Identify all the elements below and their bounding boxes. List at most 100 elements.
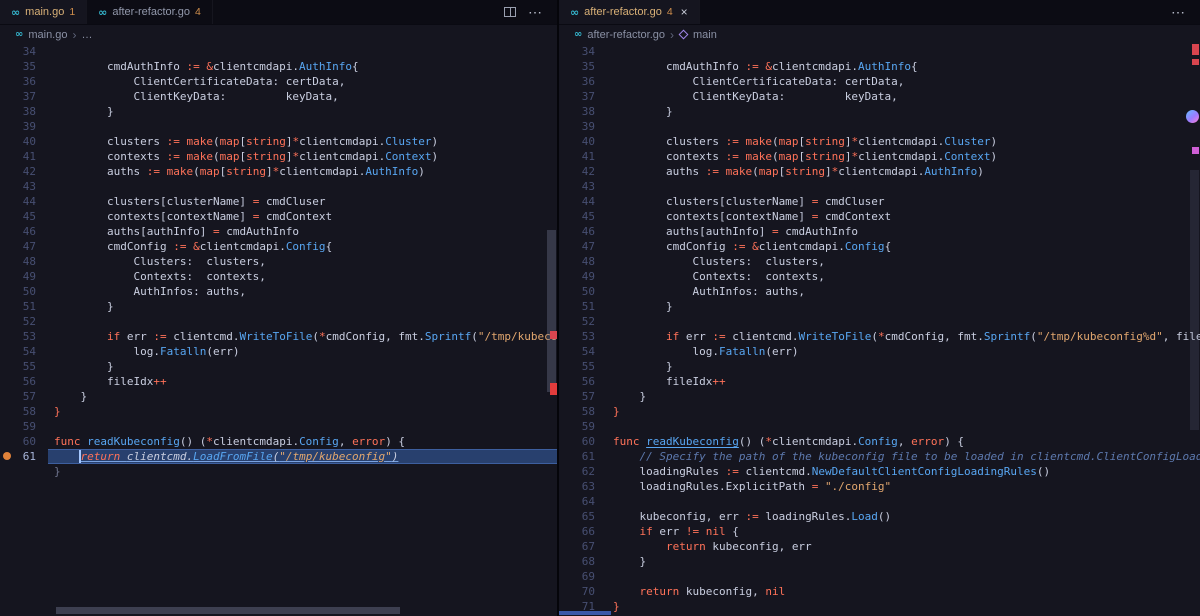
code-line[interactable]: 36 ClientCertificateData: certData, <box>559 74 1200 89</box>
code-line[interactable]: 71} <box>559 599 1200 614</box>
code-line[interactable]: 34 <box>559 44 1200 59</box>
code-line[interactable]: 57 } <box>0 389 557 404</box>
code-line[interactable]: 54 log.Fatalln(err) <box>0 344 557 359</box>
code-line[interactable]: } <box>0 464 557 479</box>
code-line[interactable]: 60 func readKubeconfig() (*clientcmdapi.C… <box>559 434 1200 449</box>
line-number[interactable]: 59 <box>559 419 607 434</box>
line-number[interactable]: 58 <box>0 404 48 419</box>
code-line[interactable]: 37 ClientKeyData: keyData, <box>0 89 557 104</box>
code-line[interactable]: 39 <box>0 119 557 134</box>
horizontal-scrollbar-thumb[interactable] <box>56 607 400 614</box>
line-number[interactable]: 67 <box>559 539 607 554</box>
code-line[interactable]: 48 Clusters: clusters, <box>0 254 557 269</box>
line-number[interactable]: 66 <box>559 524 607 539</box>
breadcrumb-item-file[interactable]: main.go <box>28 29 67 41</box>
line-number[interactable]: 55 <box>559 359 607 374</box>
breadcrumb-item-file[interactable]: after-refactor.go <box>587 29 665 41</box>
code-line[interactable]: 43 <box>0 179 557 194</box>
code-line[interactable]: 59 <box>0 419 557 434</box>
code-line[interactable]: 42 auths := make(map[string]*clientcmdap… <box>0 164 557 179</box>
line-number[interactable]: 60 <box>0 434 48 449</box>
code-line[interactable]: 48 Clusters: clusters, <box>559 254 1200 269</box>
line-number[interactable]: 56 <box>559 374 607 389</box>
horizontal-scrollbar-thumb[interactable] <box>559 611 611 615</box>
tab-after-refactor-right[interactable]: ∞ after-refactor.go 4 × <box>559 0 700 24</box>
code-line[interactable]: 61 // Specify the path of the kubeconfig… <box>559 449 1200 464</box>
code-line[interactable]: 36 ClientCertificateData: certData, <box>0 74 557 89</box>
line-number[interactable]: 39 <box>559 119 607 134</box>
line-number[interactable]: 51 <box>559 299 607 314</box>
code-line[interactable]: 44 clusters[clusterName] = cmdCluser <box>0 194 557 209</box>
code-line[interactable]: 51 } <box>0 299 557 314</box>
code-line[interactable]: 43 <box>559 179 1200 194</box>
line-number[interactable]: 45 <box>0 209 48 224</box>
code-line[interactable]: 61 return clientcmd.LoadFromFile("/tmp/k… <box>0 449 557 464</box>
line-number[interactable]: 41 <box>559 149 607 164</box>
line-number[interactable]: 52 <box>559 314 607 329</box>
close-icon[interactable]: × <box>681 6 688 18</box>
code-line[interactable]: 47 cmdConfig := &clientcmdapi.Config{ <box>559 239 1200 254</box>
code-line[interactable]: 40 clusters := make(map[string]*clientcm… <box>559 134 1200 149</box>
line-number[interactable]: 38 <box>0 104 48 119</box>
code-line[interactable]: 38 } <box>0 104 557 119</box>
code-line[interactable]: 45 contexts[contextName] = cmdContext <box>0 209 557 224</box>
line-number[interactable]: 68 <box>559 554 607 569</box>
code-line[interactable]: 55 } <box>0 359 557 374</box>
code-line[interactable]: 46 auths[authInfo] = cmdAuthInfo <box>559 224 1200 239</box>
code-line[interactable]: 57 } <box>559 389 1200 404</box>
code-line[interactable]: 51 } <box>559 299 1200 314</box>
line-number[interactable]: 49 <box>559 269 607 284</box>
line-number[interactable]: 40 <box>559 134 607 149</box>
line-number[interactable]: 50 <box>559 284 607 299</box>
line-number[interactable]: 48 <box>559 254 607 269</box>
breadcrumb-ellipsis[interactable]: … <box>81 29 92 41</box>
code-line[interactable]: 59 <box>559 419 1200 434</box>
line-number[interactable]: 55 <box>0 359 48 374</box>
line-number[interactable]: 62 <box>559 464 607 479</box>
line-number[interactable]: 69 <box>559 569 607 584</box>
tab-main-go[interactable]: ∞ main.go 1 <box>0 0 88 24</box>
code-line[interactable]: 63 loadingRules.ExplicitPath = "./config… <box>559 479 1200 494</box>
line-number[interactable]: 46 <box>559 224 607 239</box>
line-number[interactable]: 48 <box>0 254 48 269</box>
line-number[interactable]: 41 <box>0 149 48 164</box>
split-editor-icon[interactable] <box>504 7 516 17</box>
code-line[interactable]: 40 clusters := make(map[string]*clientcm… <box>0 134 557 149</box>
breakpoint-dot[interactable] <box>3 452 11 460</box>
more-actions-icon[interactable]: ⋯ <box>1171 5 1186 19</box>
line-number[interactable]: 43 <box>559 179 607 194</box>
breadcrumb-item-symbol[interactable]: main <box>693 29 717 41</box>
code-line[interactable]: 60 func readKubeconfig() (*clientcmdapi.C… <box>0 434 557 449</box>
code-line[interactable]: 46 auths[authInfo] = cmdAuthInfo <box>0 224 557 239</box>
line-number[interactable]: 57 <box>0 389 48 404</box>
line-number[interactable]: 51 <box>0 299 48 314</box>
line-number[interactable]: 64 <box>559 494 607 509</box>
code-line[interactable]: 49 Contexts: contexts, <box>559 269 1200 284</box>
code-line[interactable]: 49 Contexts: contexts, <box>0 269 557 284</box>
line-number[interactable]: 36 <box>559 74 607 89</box>
line-number[interactable]: 70 <box>559 584 607 599</box>
code-line[interactable]: 44 clusters[clusterName] = cmdCluser <box>559 194 1200 209</box>
line-number[interactable]: 42 <box>559 164 607 179</box>
line-number[interactable]: 58 <box>559 404 607 419</box>
code-line[interactable]: 35 cmdAuthInfo := &clientcmdapi.AuthInfo… <box>0 59 557 74</box>
code-line[interactable]: 56 fileIdx++ <box>559 374 1200 389</box>
line-number[interactable]: 38 <box>559 104 607 119</box>
code-line[interactable]: 54 log.Fatalln(err) <box>559 344 1200 359</box>
line-number[interactable]: 46 <box>0 224 48 239</box>
code-line[interactable]: 45 contexts[contextName] = cmdContext <box>559 209 1200 224</box>
line-number[interactable]: 42 <box>0 164 48 179</box>
line-number[interactable]: 45 <box>559 209 607 224</box>
line-number[interactable]: 53 <box>559 329 607 344</box>
line-number[interactable]: 65 <box>559 509 607 524</box>
line-number[interactable]: 60 <box>559 434 607 449</box>
line-number[interactable]: 63 <box>559 479 607 494</box>
code-line[interactable]: 67 return kubeconfig, err <box>559 539 1200 554</box>
line-number[interactable]: 50 <box>0 284 48 299</box>
line-number[interactable]: 37 <box>559 89 607 104</box>
code-line[interactable]: 69 <box>559 569 1200 584</box>
line-number[interactable]: 44 <box>559 194 607 209</box>
code-line[interactable]: 58} <box>559 404 1200 419</box>
code-line[interactable]: 65 kubeconfig, err := loadingRules.Load(… <box>559 509 1200 524</box>
tab-after-refactor-left[interactable]: ∞ after-refactor.go 4 <box>87 0 213 24</box>
